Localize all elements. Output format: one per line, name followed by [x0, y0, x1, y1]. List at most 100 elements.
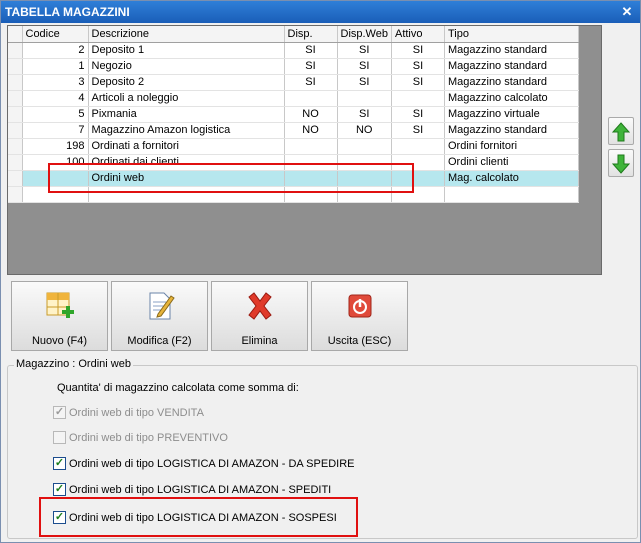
- cell-codice[interactable]: 4: [22, 90, 89, 107]
- row-indicator[interactable]: [8, 106, 23, 123]
- option-label: Ordini web di tipo VENDITA: [69, 407, 204, 419]
- option-row[interactable]: ✓ Ordini web di tipo LOGISTICA DI AMAZON …: [53, 456, 355, 473]
- option-row[interactable]: Ordini web di tipo PREVENTIVO: [53, 430, 228, 447]
- column-header-descrizione[interactable]: Descrizione: [88, 26, 285, 43]
- cell-descrizione[interactable]: Deposito 1: [88, 42, 285, 59]
- row-indicator[interactable]: [8, 138, 23, 155]
- option-checkbox[interactable]: ✓: [53, 456, 66, 470]
- highlight-box-ordini-web-row: [48, 163, 414, 193]
- cell-attivo[interactable]: [391, 138, 445, 155]
- cell-disp[interactable]: SI: [284, 58, 338, 75]
- table-row[interactable]: 1 Negozio SI SI SI Magazzino standard: [8, 58, 579, 75]
- column-header-tipo[interactable]: Tipo: [444, 26, 579, 43]
- warehouse-grid-area: Codice Descrizione Disp. Disp.Web Attivo…: [7, 25, 602, 275]
- cell-disp-web[interactable]: SI: [337, 106, 392, 123]
- cell-disp[interactable]: SI: [284, 74, 338, 91]
- cell-descrizione[interactable]: Magazzino Amazon logistica: [88, 122, 285, 139]
- option-label: Ordini web di tipo LOGISTICA DI AMAZON -…: [69, 458, 355, 470]
- cell-descrizione[interactable]: Articoli a noleggio: [88, 90, 285, 107]
- cell-attivo[interactable]: SI: [391, 106, 445, 123]
- column-header-disp[interactable]: Disp.: [284, 26, 338, 43]
- table-row[interactable]: 7 Magazzino Amazon logistica NO NO SI Magazzi…: [8, 122, 579, 139]
- cell-codice[interactable]: 198: [22, 138, 89, 155]
- nuovo-button[interactable]: Nuovo (F4): [11, 281, 108, 351]
- cell-codice[interactable]: 3: [22, 74, 89, 91]
- table-header-row: Codice Descrizione Disp. Disp.Web Attivo…: [8, 26, 579, 43]
- cell-codice[interactable]: 1: [22, 58, 89, 75]
- option-checkbox[interactable]: ✓: [53, 482, 66, 496]
- row-indicator[interactable]: [8, 74, 23, 91]
- option-label: Ordini web di tipo PREVENTIVO: [69, 432, 228, 444]
- table-row[interactable]: 4 Articoli a noleggio Magazzino calcolato: [8, 90, 579, 107]
- cell-attivo[interactable]: [391, 90, 445, 107]
- row-indicator[interactable]: [8, 170, 23, 187]
- cell-tipo[interactable]: Magazzino virtuale: [444, 106, 579, 123]
- cell-codice[interactable]: 2: [22, 42, 89, 59]
- cell-attivo[interactable]: SI: [391, 74, 445, 91]
- cell-disp-web[interactable]: NO: [337, 122, 392, 139]
- checkmark-icon: ✓: [54, 405, 65, 418]
- cell-disp-web[interactable]: SI: [337, 74, 392, 91]
- row-indicator[interactable]: [8, 154, 23, 171]
- cell-tipo[interactable]: Magazzino standard: [444, 42, 579, 59]
- cell-attivo[interactable]: SI: [391, 58, 445, 75]
- cell-tipo[interactable]: Magazzino standard: [444, 74, 579, 91]
- checkmark-icon: ✓: [54, 456, 65, 469]
- cell-descrizione[interactable]: Pixmania: [88, 106, 285, 123]
- cell-tipo[interactable]: Ordini clienti: [444, 154, 579, 171]
- window-titlebar: TABELLA MAGAZZINI ✕: [1, 1, 640, 23]
- cell-descrizione[interactable]: Ordinati a fornitori: [88, 138, 285, 155]
- cell-disp-web[interactable]: [337, 90, 392, 107]
- group-title: Magazzino : Ordini web: [14, 358, 133, 370]
- table-row[interactable]: 198 Ordinati a fornitori Ordini fornitori: [8, 138, 579, 155]
- cell-codice[interactable]: 5: [22, 106, 89, 123]
- modifica-label: Modifica (F2): [127, 335, 192, 347]
- column-header-codice[interactable]: Codice: [22, 26, 89, 43]
- cell-disp-web[interactable]: [337, 138, 392, 155]
- highlight-box-sospesi-option: [39, 497, 358, 537]
- cell-disp[interactable]: NO: [284, 122, 338, 139]
- modifica-button[interactable]: Modifica (F2): [111, 281, 208, 351]
- checkmark-icon: ✓: [54, 482, 65, 495]
- cell-descrizione[interactable]: Negozio: [88, 58, 285, 75]
- column-header-attivo[interactable]: Attivo: [391, 26, 445, 43]
- row-indicator[interactable]: [8, 122, 23, 139]
- row-indicator[interactable]: [8, 58, 23, 75]
- cell-attivo[interactable]: SI: [391, 122, 445, 139]
- cell-codice[interactable]: 7: [22, 122, 89, 139]
- cell-tipo[interactable]: Magazzino calcolato: [444, 90, 579, 107]
- option-checkbox: [53, 430, 66, 444]
- elimina-button[interactable]: Elimina: [211, 281, 308, 351]
- column-header-disp-web[interactable]: Disp.Web: [337, 26, 392, 43]
- cell-tipo[interactable]: Magazzino standard: [444, 122, 579, 139]
- cell-disp-web[interactable]: SI: [337, 58, 392, 75]
- cell-disp-web[interactable]: SI: [337, 42, 392, 59]
- option-row[interactable]: ✓ Ordini web di tipo VENDITA: [53, 405, 204, 422]
- cell-disp[interactable]: [284, 138, 338, 155]
- cell-tipo[interactable]: Ordini fornitori: [444, 138, 579, 155]
- cell-empty[interactable]: [444, 186, 579, 203]
- exit-power-icon: [348, 294, 372, 318]
- table-row[interactable]: 2 Deposito 1 SI SI SI Magazzino standard: [8, 42, 579, 59]
- cell-descrizione[interactable]: Deposito 2: [88, 74, 285, 91]
- row-indicator[interactable]: [8, 42, 23, 59]
- cell-disp[interactable]: SI: [284, 42, 338, 59]
- cell-tipo[interactable]: Magazzino standard: [444, 58, 579, 75]
- new-table-icon: [46, 292, 74, 318]
- row-indicator[interactable]: [8, 186, 23, 203]
- table-row[interactable]: 5 Pixmania NO SI SI Magazzino virtuale: [8, 106, 579, 123]
- option-label: Ordini web di tipo LOGISTICA DI AMAZON -…: [69, 484, 332, 496]
- move-up-button[interactable]: [608, 117, 634, 145]
- cell-disp[interactable]: [284, 90, 338, 107]
- cell-attivo[interactable]: SI: [391, 42, 445, 59]
- uscita-label: Uscita (ESC): [327, 335, 392, 347]
- uscita-button[interactable]: Uscita (ESC): [311, 281, 408, 351]
- table-row[interactable]: 3 Deposito 2 SI SI SI Magazzino standard: [8, 74, 579, 91]
- row-indicator[interactable]: [8, 90, 23, 107]
- cell-disp[interactable]: NO: [284, 106, 338, 123]
- option-checkbox: ✓: [53, 405, 66, 419]
- cell-tipo[interactable]: Mag. calcolato: [444, 170, 579, 187]
- close-icon[interactable]: ✕: [620, 5, 634, 19]
- tabella-magazzini-window: TABELLA MAGAZZINI ✕ Codice Descrizione D…: [0, 0, 641, 543]
- move-down-button[interactable]: [608, 149, 634, 177]
